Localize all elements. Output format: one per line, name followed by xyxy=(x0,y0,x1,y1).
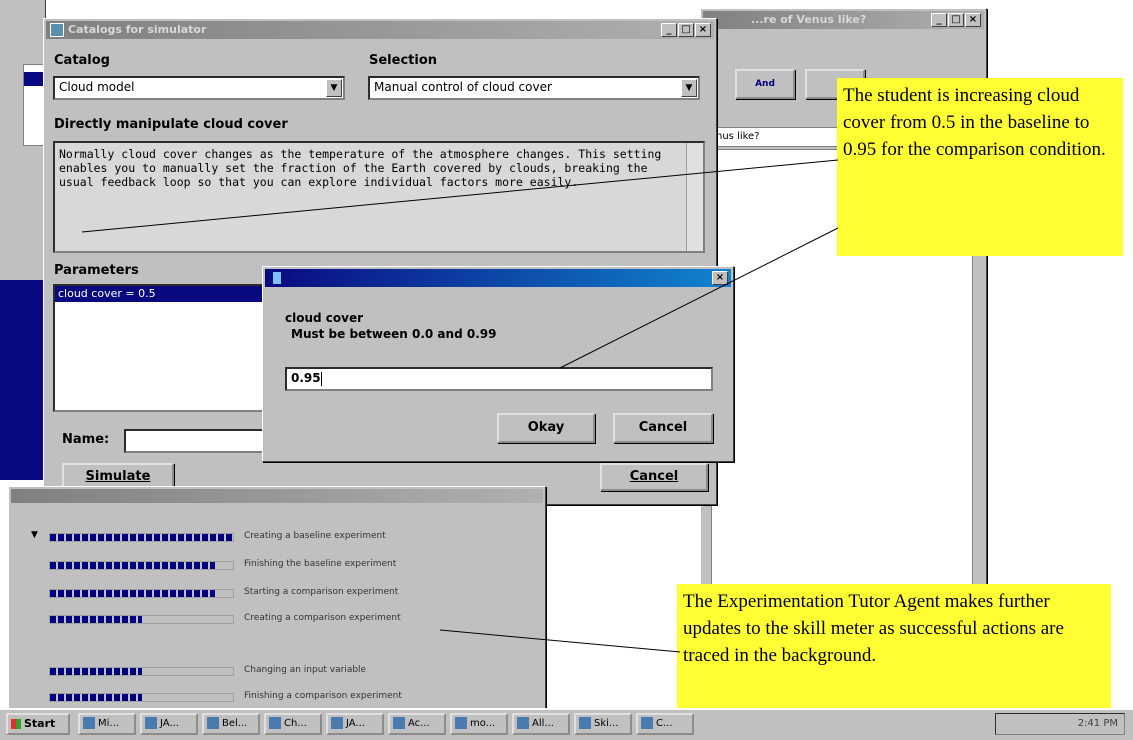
taskbar-item[interactable]: Mi... xyxy=(78,713,136,735)
taskbar-item[interactable]: Ski... xyxy=(574,713,632,735)
app-icon xyxy=(517,717,529,729)
taskbar-item-label: JA... xyxy=(346,718,365,729)
taskbar-item[interactable]: Ac... xyxy=(388,713,446,735)
app-icon xyxy=(83,717,95,729)
app-icon xyxy=(331,717,343,729)
taskbar-item[interactable]: All... xyxy=(512,713,570,735)
taskbar-item-label: mo... xyxy=(470,718,496,729)
app-icon xyxy=(269,717,281,729)
taskbar-item-label: All... xyxy=(532,718,554,729)
start-button[interactable]: Start xyxy=(6,713,70,735)
app-icon xyxy=(145,717,157,729)
start-label: Start xyxy=(24,717,56,730)
app-icon xyxy=(393,717,405,729)
taskbar-item[interactable]: Ch... xyxy=(264,713,322,735)
connector-line-1 xyxy=(81,159,839,233)
connector-line-2 xyxy=(559,227,839,369)
windows-logo-icon xyxy=(11,719,21,729)
system-tray: 2:41 PM xyxy=(995,713,1125,735)
clock: 2:41 PM xyxy=(1077,718,1118,729)
taskbar-item[interactable]: mo... xyxy=(450,713,508,735)
taskbar-item[interactable]: JA... xyxy=(140,713,198,735)
taskbar-item[interactable]: JA... xyxy=(326,713,384,735)
taskbar-item-label: Ch... xyxy=(284,718,307,729)
connector-line-3 xyxy=(439,629,681,653)
app-icon xyxy=(641,717,653,729)
taskbar-item-label: JA... xyxy=(160,718,179,729)
taskbar: Start Mi... JA... Bel... Ch... JA... Ac... mo.… xyxy=(0,708,1133,740)
taskbar-item-label: C... xyxy=(656,718,673,729)
taskbar-item[interactable]: Bel... xyxy=(202,713,260,735)
taskbar-item-label: Ski... xyxy=(594,718,619,729)
taskbar-item[interactable]: C... xyxy=(636,713,694,735)
taskbar-item-label: Bel... xyxy=(222,718,248,729)
taskbar-item-label: Ac... xyxy=(408,718,430,729)
app-icon xyxy=(207,717,219,729)
app-icon xyxy=(579,717,591,729)
app-icon xyxy=(455,717,467,729)
annotation-connectors xyxy=(81,159,839,653)
taskbar-item-label: Mi... xyxy=(98,718,119,729)
